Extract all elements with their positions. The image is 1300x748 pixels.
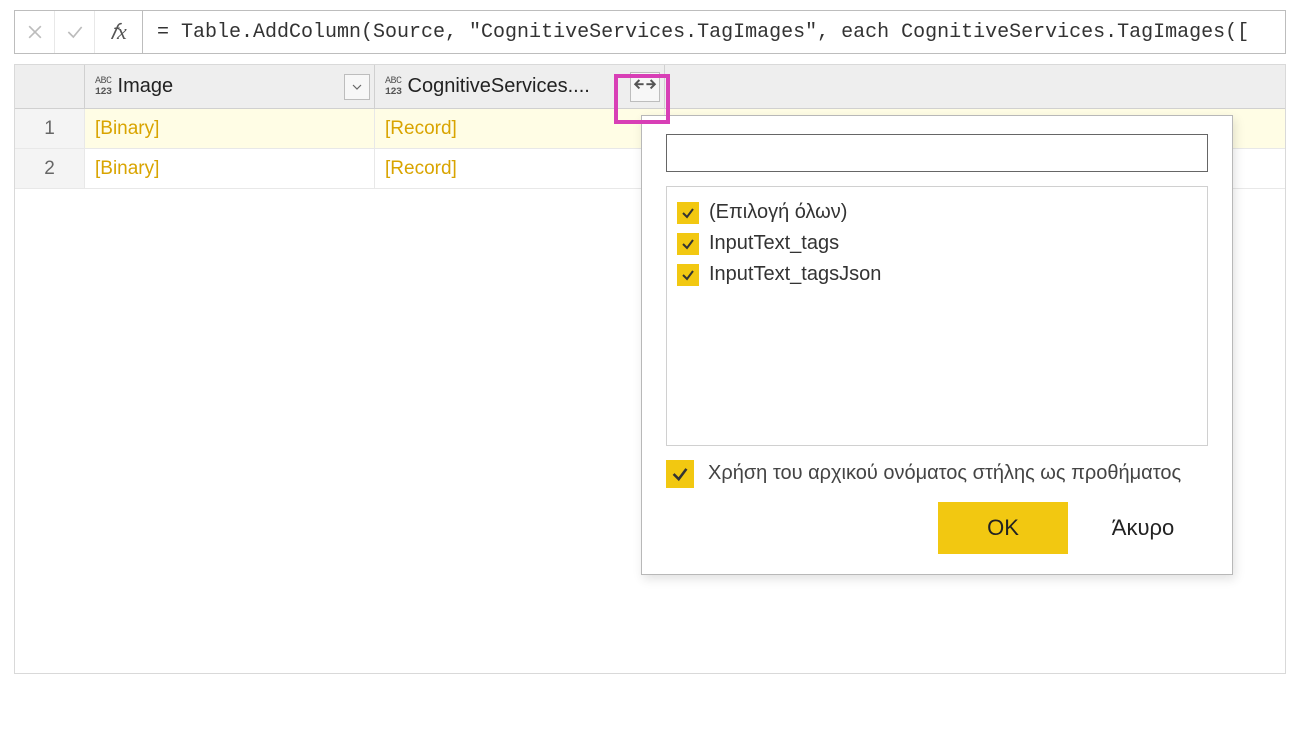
- check-icon: [681, 237, 695, 251]
- column-filter-dropdown[interactable]: [344, 74, 370, 100]
- column-header-image[interactable]: ABC123 Image: [85, 65, 375, 109]
- cell-image[interactable]: [Binary]: [85, 149, 375, 189]
- row-index[interactable]: 2: [15, 149, 85, 189]
- list-item-label: InputText_tagsJson: [709, 263, 881, 286]
- checkbox-checked[interactable]: [677, 233, 699, 255]
- confirm-formula-button[interactable]: [55, 11, 95, 53]
- cancel-button[interactable]: Άκυρο: [1078, 502, 1208, 554]
- type-any-icon: ABC123: [381, 76, 402, 98]
- list-item[interactable]: (Επιλογή όλων): [677, 197, 1197, 228]
- formula-bar: 𝑓x = Table.AddColumn(Source, "CognitiveS…: [14, 10, 1286, 54]
- list-item-label: (Επιλογή όλων): [709, 201, 847, 224]
- formula-text[interactable]: = Table.AddColumn(Source, "CognitiveServ…: [143, 21, 1285, 44]
- ok-button[interactable]: OK: [938, 502, 1068, 554]
- prefix-label: Χρήση του αρχικού ονόματος στήλης ως προ…: [708, 460, 1181, 487]
- checkbox-checked[interactable]: [677, 202, 699, 224]
- grid-header: ABC123 Image ABC123 CognitiveServices...…: [15, 65, 1285, 109]
- checkbox-checked[interactable]: [677, 264, 699, 286]
- formula-controls: 𝑓x: [15, 11, 143, 53]
- fx-label: 𝑓x: [95, 11, 143, 53]
- sheet-area: ABC123 Image ABC123 CognitiveServices...…: [14, 64, 1286, 674]
- button-row: OK Άκυρο: [666, 502, 1208, 554]
- check-icon: [671, 465, 689, 483]
- row-index[interactable]: 1: [15, 109, 85, 149]
- cell-record[interactable]: [Record]: [375, 149, 665, 189]
- cell-image[interactable]: [Binary]: [85, 109, 375, 149]
- check-icon: [681, 268, 695, 282]
- expand-column-popup: (Επιλογή όλων) InputText_tags InputText_…: [641, 115, 1233, 575]
- checkbox-checked[interactable]: [666, 460, 694, 488]
- column-header-label: Image: [118, 75, 174, 98]
- column-list[interactable]: (Επιλογή όλων) InputText_tags InputText_…: [666, 186, 1208, 446]
- list-item-label: InputText_tags: [709, 232, 839, 255]
- check-icon: [65, 22, 85, 42]
- expand-column-button[interactable]: [630, 72, 660, 102]
- cell-record[interactable]: [Record]: [375, 109, 665, 149]
- check-icon: [681, 206, 695, 220]
- prefix-option[interactable]: Χρήση του αρχικού ονόματος στήλης ως προ…: [666, 446, 1208, 488]
- chevron-down-icon: [352, 82, 362, 92]
- list-item[interactable]: InputText_tagsJson: [677, 259, 1197, 290]
- header-corner[interactable]: [15, 65, 85, 109]
- expand-icon: [631, 73, 659, 101]
- type-any-icon: ABC123: [91, 76, 112, 98]
- column-header-cognitive[interactable]: ABC123 CognitiveServices....: [375, 65, 665, 109]
- list-item[interactable]: InputText_tags: [677, 228, 1197, 259]
- search-input[interactable]: [666, 134, 1208, 172]
- column-header-label: CognitiveServices....: [408, 75, 590, 98]
- header-fill: [665, 65, 1285, 109]
- cancel-formula-button[interactable]: [15, 11, 55, 53]
- close-icon: [25, 22, 45, 42]
